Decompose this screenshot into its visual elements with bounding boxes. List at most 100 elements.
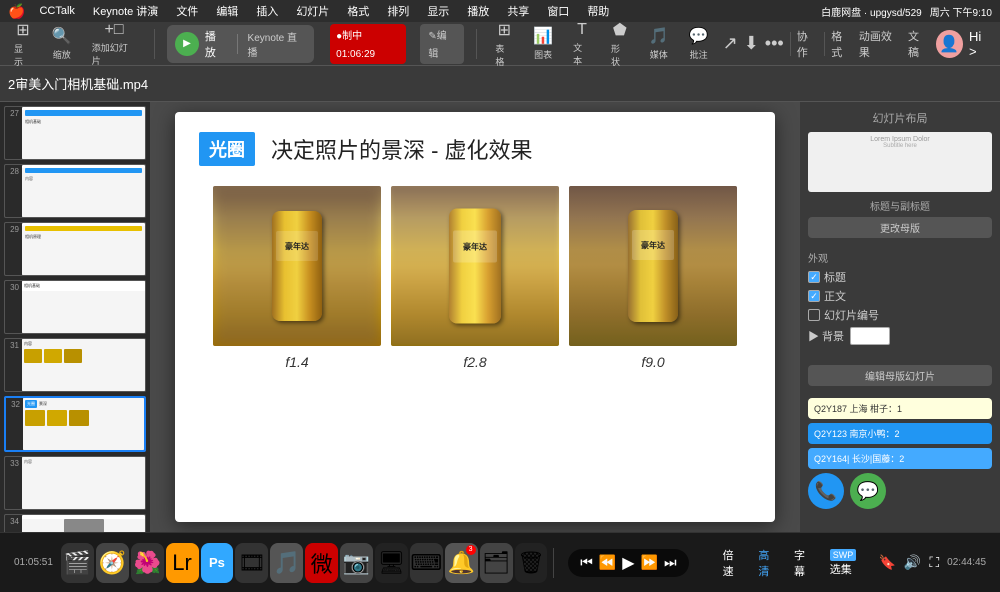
slide-preview-30: 相机基础 [22,281,145,333]
comment-1[interactable]: Q2Y187 上海 柑子：1 [808,398,992,419]
template-preview-inner: Lorem Ipsum Dolor Subtitle here [808,132,992,192]
lr-icon[interactable]: Lr [166,543,199,583]
avatar: 👤 [936,30,963,58]
volume-icon[interactable]: 🔊 [904,554,921,571]
comment-3[interactable]: Q2Y164| 长沙|国藤：2 [808,448,992,469]
menu-display[interactable]: 显示 [423,3,453,19]
title-checkbox-row: ✓ 标题 [808,269,992,285]
music-icon[interactable]: 🎵 [270,543,303,583]
hi-label[interactable]: Hi > [969,29,992,59]
app-name[interactable]: Keynote 讲演 [89,3,162,19]
slide-thumb-32[interactable]: 32 光圈 景深 [4,396,146,452]
display-btn[interactable]: ⊞ 显示 [8,18,38,70]
speed-btn[interactable]: 倍速 [717,545,745,581]
menu-help[interactable]: 帮助 [583,3,613,19]
add-slide-btn[interactable]: +□ 添加幻灯片 [86,19,142,69]
playback-center: ▶ 播放 Keynote 直播 [167,25,314,63]
play-btn[interactable]: ▶ [175,32,199,56]
slide-num-27: 27 [5,107,19,118]
menu-share[interactable]: 共享 [503,3,533,19]
edit-template-btn[interactable]: 编辑母版幻灯片 [808,365,992,386]
animate-tab[interactable]: 动画效果 [859,28,902,60]
can-label-1: 豪年达 [276,231,318,261]
slidenum-checkbox[interactable] [808,309,820,321]
fullscreen-btn[interactable]: ⛶ [929,554,939,571]
comment-btn[interactable]: 💬 批注 [683,24,715,63]
menu-play[interactable]: 播放 [463,3,493,19]
app12-icon[interactable]: 🗂 [480,543,513,583]
notification-badge: 3 [466,545,476,555]
menu-format[interactable]: 格式 [343,3,373,19]
format-tab[interactable]: 格式 [831,28,853,60]
slide-thumb-29[interactable]: 29 相机原理 [4,222,146,276]
fcpx-icon[interactable]: 🎞 [235,543,268,583]
document-tab[interactable]: 文稿 [908,28,930,60]
table-btn[interactable]: ⊞ 表格 [489,18,519,70]
menu-file[interactable]: 文件 [172,3,202,19]
menu-slide[interactable]: 幻灯片 [292,3,333,19]
bookmark-icon[interactable]: 🔖 [878,554,895,571]
slide-preview-31: 内容 [22,339,145,391]
slide-thumb-30[interactable]: 30 相机基础 [4,280,146,334]
slide-thumb-27[interactable]: 27 相机基础 [4,106,146,160]
slide-panel: 27 相机基础 28 内容 29 [0,102,150,532]
thumb-badge: 光圈 [25,400,37,408]
weibo-icon[interactable]: 微 [305,543,338,583]
collab-btn[interactable]: 协作 [797,28,819,60]
trash-icon[interactable]: 🗑 [515,543,548,583]
back-btn[interactable]: ⏪ [599,554,616,571]
body-checkbox[interactable]: ✓ [808,290,820,302]
menu-arrange[interactable]: 排列 [383,3,413,19]
table-icon: ⊞ [498,20,511,40]
text-label: 文本 [573,41,591,67]
more-icon[interactable]: ••• [765,33,784,54]
monitor-icon[interactable]: 🖥 [375,543,408,583]
next-btn[interactable]: ⏭ [664,554,677,571]
notification-icon[interactable]: 🔔 3 [445,543,478,583]
thumb-bar-28 [25,168,142,173]
chat-phone-btn[interactable]: 📞 [808,473,844,509]
slide-badge: 光圈 [199,132,255,166]
shape-btn[interactable]: ⬟ 形状 [605,18,635,70]
play-pause-btn[interactable]: ▶ [622,553,634,573]
slide-thumb-34[interactable]: 34 [4,514,146,532]
chat-msg-btn[interactable]: 💬 [850,473,886,509]
collection-btn[interactable]: SWP 选集 [824,547,873,579]
slide-thumb-31[interactable]: 31 内容 [4,338,146,392]
thumb-title-row: 光圈 景深 [23,398,144,410]
text-btn[interactable]: T 文本 [567,19,597,69]
menu-edit[interactable]: 编辑 [212,3,242,19]
menu-window[interactable]: 窗口 [543,3,573,19]
prev-btn[interactable]: ⏮ [580,554,593,571]
edit-btn[interactable]: ✎编辑 [420,24,464,64]
slide-main: 光圈 决定照片的景深 - 虚化效果 豪年达 [150,102,800,532]
slide-thumb-33[interactable]: 33 内容 [4,456,146,510]
quality-btn[interactable]: 高清 [752,545,780,581]
keyboard-icon[interactable]: ⌨ [410,543,443,583]
title-checkbox[interactable]: ✓ [808,271,820,283]
forward-btn[interactable]: ⏩ [641,554,658,571]
shape-label: 形状 [611,42,629,68]
can-3: 豪年达 [628,210,678,322]
chart-btn[interactable]: 📊 图表 [527,24,559,63]
slide-title: 决定照片的景深 - 虚化效果 [271,133,533,165]
can-text-1: 豪年达 [285,241,309,252]
slide-thumb-28[interactable]: 28 内容 [4,164,146,218]
comment-2[interactable]: Q2Y123 南京小鸭：2 [808,423,992,444]
bg-color-swatch[interactable] [850,327,890,345]
menu-insert[interactable]: 插入 [252,3,282,19]
table-label: 表格 [495,42,513,68]
ps-icon[interactable]: Ps [201,543,234,583]
photos-icon[interactable]: 🌺 [131,543,164,583]
media-btn[interactable]: 🎵 媒体 [643,24,675,63]
safari-icon[interactable]: 🧭 [96,543,129,583]
change-template-btn[interactable]: 更改母版 [808,217,992,238]
share-icon[interactable]: ↗ [723,33,738,54]
zoom-btn[interactable]: 🔍 缩放 [46,24,78,63]
sep4 [790,32,791,56]
subtitle-btn[interactable]: 字幕 [788,545,816,581]
download-icon[interactable]: ⬇ [744,33,759,54]
app9-icon[interactable]: 📷 [340,543,373,583]
finder-icon[interactable]: 🎬 [61,543,94,583]
apple-menu[interactable]: 🍎 [8,3,25,20]
